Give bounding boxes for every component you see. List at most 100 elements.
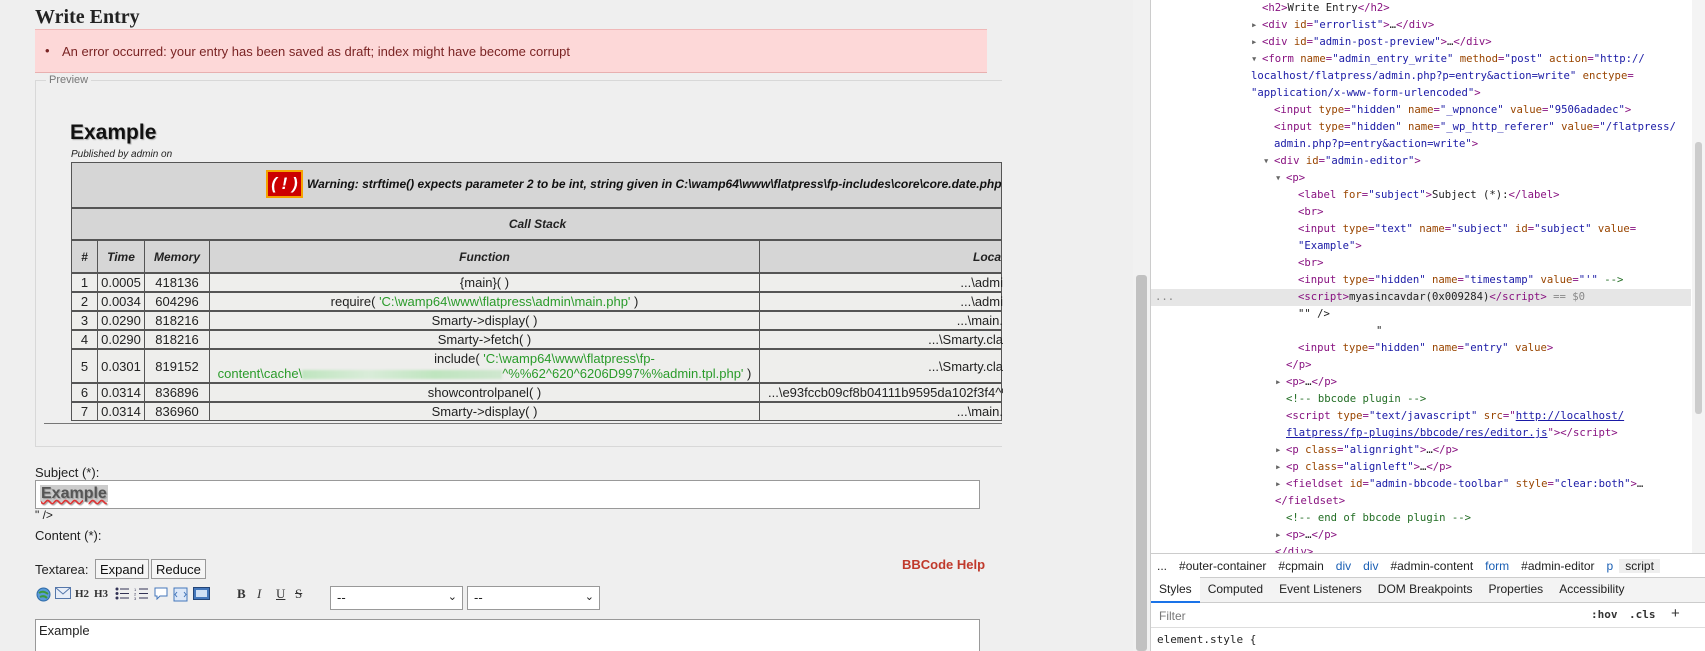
h3-icon[interactable]: H3 [94, 588, 108, 600]
expand-button[interactable]: Expand [95, 559, 150, 579]
crumb-form[interactable]: form [1479, 559, 1515, 573]
dom-node[interactable]: <input type="hidden" name="_wpnonce" val… [1151, 102, 1691, 119]
row-time: 0.0290 [98, 312, 145, 329]
ordered-list-icon[interactable]: 123 [133, 587, 149, 602]
dom-node[interactable]: ▸ <div id="errorlist">…</div> [1151, 17, 1691, 34]
bold-icon[interactable]: B [237, 586, 246, 602]
dom-node-selected[interactable]: ... <script>myasincavdar(0x009284)</scrip… [1151, 289, 1691, 306]
breadcrumb: ... #outer-container #cpmain div div #ad… [1151, 553, 1705, 577]
crumb-script[interactable]: script [1619, 558, 1660, 573]
dom-node[interactable]: </p> [1151, 357, 1691, 374]
crumb-cpmain[interactable]: #cpmain [1272, 559, 1329, 573]
font-size-select[interactable]: -- ⌄ [330, 586, 463, 610]
add-rule-icon[interactable]: + [1671, 605, 1680, 622]
tab-computed[interactable]: Computed [1200, 577, 1271, 603]
h2-icon[interactable]: H2 [75, 588, 89, 600]
crumb-div[interactable]: div [1330, 559, 1357, 573]
mail-icon[interactable] [55, 587, 71, 602]
dom-node[interactable]: <label for="subject">Subject (*):</label… [1151, 187, 1691, 204]
strikethrough-icon[interactable]: S [295, 586, 302, 602]
row-function: require( 'C:\wamp64\www\flatpress\admin\… [210, 293, 760, 310]
dom-node-cont: "Example"> [1298, 240, 1362, 252]
dom-node[interactable]: ▸ <fieldset id="admin-bbcode-toolbar" sty… [1151, 476, 1691, 493]
dom-node[interactable]: <input type="hidden" name="_wp_http_refe… [1151, 119, 1691, 136]
reduce-button[interactable]: Reduce [151, 559, 206, 579]
dom-node[interactable]: <h2>Write Entry</h2> [1151, 0, 1691, 17]
dom-node[interactable]: ▸ <p class="alignright">…</p> [1151, 442, 1691, 459]
unordered-list-icon[interactable] [114, 587, 130, 602]
font-color-select[interactable]: -- ⌄ [467, 586, 600, 610]
dom-node[interactable]: ▾ <div id="admin-editor"> [1151, 153, 1691, 170]
dom-node[interactable]: <br> [1151, 204, 1691, 221]
row-function: Smarty->display( ) [210, 312, 760, 329]
more-icon[interactable]: ... [1155, 289, 1174, 306]
dom-node[interactable]: ▾ <p> [1151, 170, 1691, 187]
italic-icon[interactable]: I [257, 586, 261, 602]
hover-state-toggle[interactable]: :hov [1591, 608, 1618, 621]
page-scrollbar-thumb[interactable] [1136, 275, 1147, 651]
crumb-outer-container[interactable]: #outer-container [1173, 559, 1272, 573]
bbcode-help-link[interactable]: BBCode Help [902, 557, 985, 572]
dom-node[interactable]: <input type="text" name="subject" id="su… [1151, 221, 1691, 238]
dom-node[interactable]: <input type="hidden" name="entry" value> [1151, 340, 1691, 357]
row-function: Smarty->fetch( ) [210, 331, 760, 348]
dom-node[interactable]: <br> [1151, 255, 1691, 272]
table-row: 1 0.0005 418136 {main}( ) ...\admi [71, 273, 1003, 292]
dom-node[interactable]: ▸ <div id="admin-post-preview">…</div> [1151, 34, 1691, 51]
dom-node[interactable]: <input type="hidden" name="timestamp" va… [1151, 272, 1691, 289]
row-memory: 836896 [145, 384, 210, 401]
tab-styles[interactable]: Styles [1151, 577, 1200, 603]
tab-event-listeners[interactable]: Event Listeners [1271, 577, 1370, 603]
tab-dom-breakpoints[interactable]: DOM Breakpoints [1370, 577, 1481, 603]
dom-node[interactable]: " [1151, 323, 1691, 340]
crumb-p[interactable]: p [1601, 559, 1620, 573]
row-location: ...\admi [960, 294, 1003, 309]
dom-node[interactable]: ▸ <p>…</p> [1151, 374, 1691, 391]
dom-node[interactable]: "" /> [1151, 306, 1691, 323]
col-location: Loca [972, 249, 1001, 264]
dom-node[interactable]: </div> [1151, 544, 1691, 553]
content-label: Content (*): [35, 528, 102, 543]
chevron-down-icon: ⌄ [447, 591, 457, 603]
crumb-admin-content[interactable]: #admin-content [1384, 559, 1479, 573]
row-memory: 818216 [145, 331, 210, 348]
row-memory: 836960 [145, 403, 210, 420]
styles-filter-input[interactable]: Filter [1159, 609, 1186, 623]
dom-node-cont: admin.php?p=entry&action=write"> [1274, 138, 1479, 150]
underline-icon[interactable]: U [276, 586, 285, 602]
content-textarea[interactable]: Example [35, 619, 980, 651]
url-icon[interactable] [35, 587, 51, 602]
tab-accessibility[interactable]: Accessibility [1551, 577, 1632, 603]
error-message: An error occurred: your entry has been s… [45, 43, 570, 59]
crumb-div[interactable]: div [1357, 559, 1384, 573]
xdebug-table: ( ! ) Warning: strftime() expects parame… [71, 162, 1003, 421]
class-toggle[interactable]: .cls [1629, 608, 1656, 621]
dom-node[interactable]: ▾ <form name="admin_entry_write" method="… [1151, 51, 1691, 68]
row-num: 3 [72, 312, 98, 329]
tab-properties[interactable]: Properties [1480, 577, 1551, 603]
code-icon[interactable] [172, 587, 188, 602]
dom-node[interactable]: ▸ <p class="alignleft">…</p> [1151, 459, 1691, 476]
col-num: # [72, 241, 98, 272]
row-time: 0.0314 [98, 384, 145, 401]
row-time: 0.0290 [98, 331, 145, 348]
row-function: include( 'C:\wamp64\www\flatpress\fp- co… [210, 350, 760, 382]
fn-argument-end: ^%%62^620^6206D997%%admin.tpl.php' [502, 366, 744, 381]
dom-node[interactable]: <script type="text/javascript" src="http… [1151, 408, 1691, 425]
quote-icon[interactable] [153, 587, 169, 602]
image-icon[interactable] [192, 587, 210, 602]
dom-node-cont: "application/x-www-form-urlencoded"> [1251, 87, 1481, 99]
table-row: 4 0.0290 818216 Smarty->fetch( ) ...\Sma… [71, 330, 1003, 349]
dom-node[interactable]: <!-- end of bbcode plugin --> [1151, 510, 1691, 527]
crumb-more[interactable]: ... [1151, 559, 1173, 573]
row-num: 1 [72, 274, 98, 291]
dom-scrollbar-thumb[interactable] [1695, 142, 1702, 414]
row-location: ...\main. [956, 404, 1003, 419]
dom-node[interactable]: ▸ <p>…</p> [1151, 527, 1691, 544]
warning-row: ( ! ) Warning: strftime() expects parame… [71, 162, 1002, 208]
subject-value: Example [40, 485, 108, 502]
subject-input[interactable]: Example [35, 480, 980, 509]
dom-node[interactable]: <!-- bbcode plugin --> [1151, 391, 1691, 408]
crumb-admin-editor[interactable]: #admin-editor [1515, 559, 1600, 573]
row-location: ...\Smarty.cla [928, 332, 1003, 347]
